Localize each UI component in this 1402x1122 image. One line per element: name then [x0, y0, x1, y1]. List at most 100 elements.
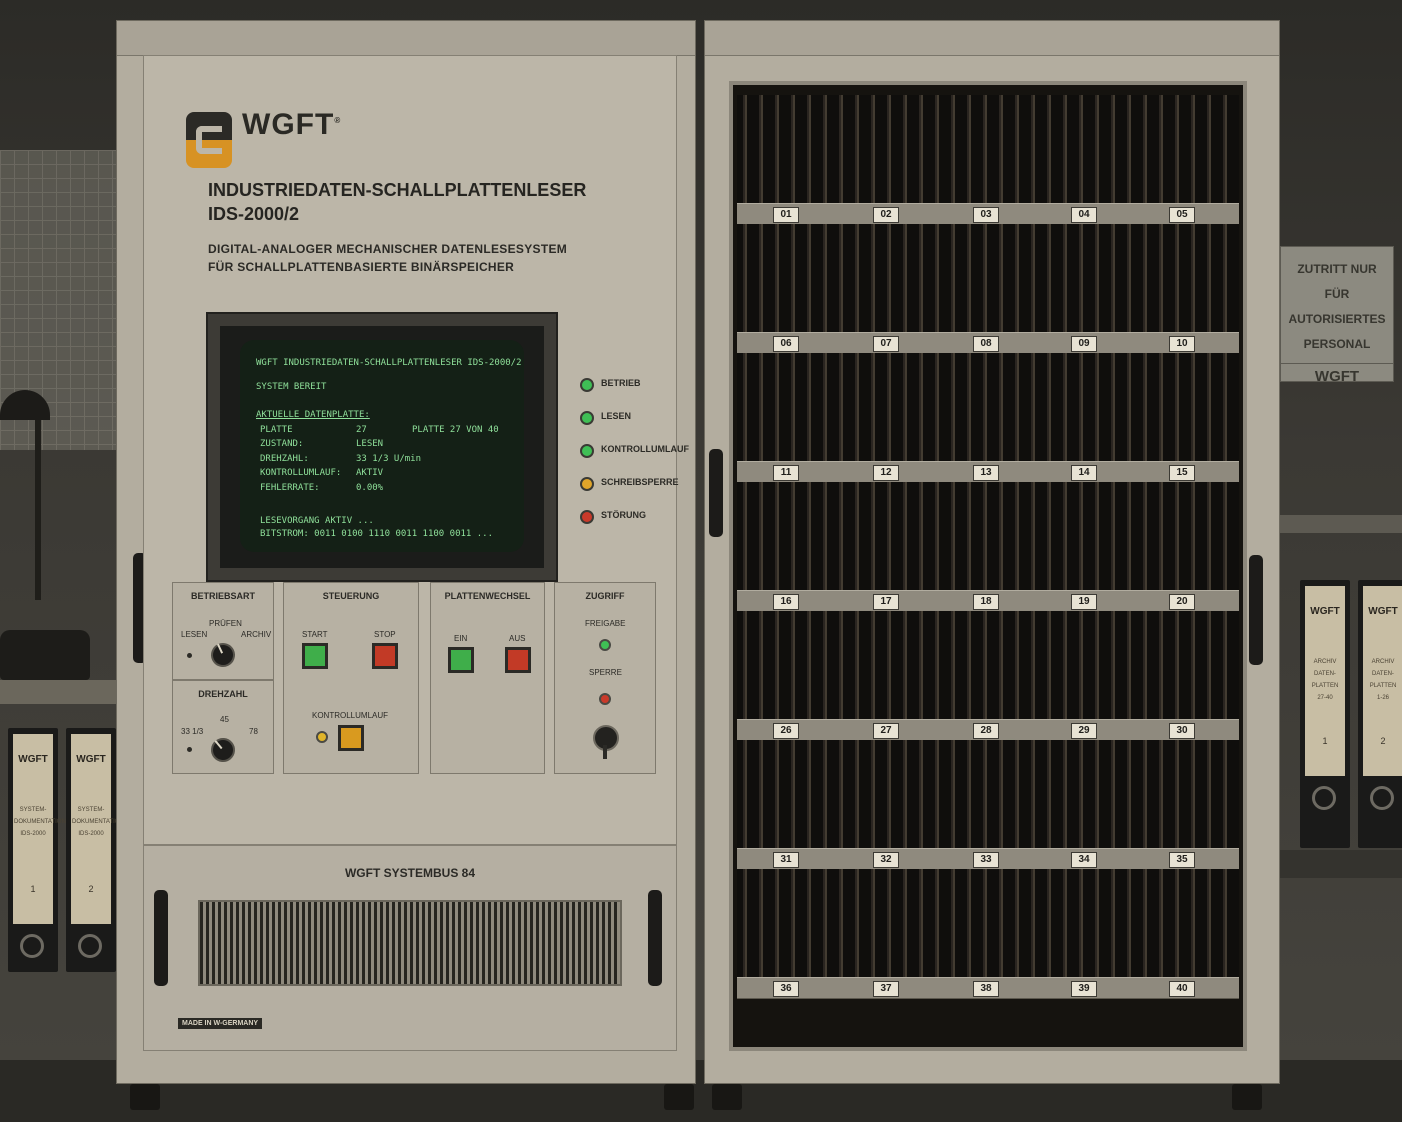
slot-label-09[interactable]: 09	[1071, 336, 1097, 352]
drawer-handle-right[interactable]	[648, 890, 662, 986]
slot-label-31[interactable]: 31	[773, 852, 799, 868]
slot-label-10[interactable]: 10	[1169, 336, 1195, 352]
slot-label-35[interactable]: 35	[1169, 852, 1195, 868]
led-icon	[580, 378, 594, 392]
disc-shelf	[737, 482, 1239, 600]
screen-row-value: AKTIV	[356, 468, 384, 478]
slot-label-33[interactable]: 33	[973, 852, 999, 868]
binder: WGFT ARCHIV DATEN- PLATTEN 27-40 1	[1300, 580, 1350, 848]
led-icon	[580, 510, 594, 524]
panel-betriebsart: BETRIEBSART PRÜFEN LESEN ARCHIV	[172, 582, 274, 680]
kontrollumlauf-button[interactable]	[338, 725, 364, 751]
cabinet-handle-left[interactable]	[709, 449, 723, 537]
vent-grille	[198, 900, 622, 986]
indicator-label: STÖRUNG	[601, 510, 646, 520]
slot-label-03[interactable]: 03	[973, 207, 999, 223]
disc-storage-cabinet: 01 02 03 04 05 06 07 08 09 10 11 12 13 14 15 16 17 18 19 20…	[704, 20, 1280, 1084]
made-in-label: MADE IN W-GERMANY	[178, 1018, 263, 1029]
aus-label: AUS	[509, 634, 526, 643]
panel-title: ZUGRIFF	[585, 591, 625, 601]
ein-label: EIN	[454, 634, 468, 643]
shelf-rail: 26 27 28 29 30	[737, 719, 1239, 741]
slot-label-07[interactable]: 07	[873, 336, 899, 352]
sign-brand: WGFT	[1281, 363, 1393, 385]
binder-text: ARCHIV DATEN- PLATTEN 1-26	[1369, 659, 1397, 701]
binder-ring-icon	[20, 934, 44, 958]
sperre-led-icon	[599, 693, 611, 705]
start-button[interactable]	[302, 643, 328, 669]
kontroll-led-icon	[316, 731, 328, 743]
slot-label-27[interactable]: 27	[873, 723, 899, 739]
shelf-rail: 06 07 08 09 10	[737, 332, 1239, 354]
speed-label-45: 45	[220, 715, 229, 724]
slot-label-08[interactable]: 08	[973, 336, 999, 352]
brand-name: WGFT®	[242, 108, 342, 141]
binder-number: 2	[1380, 736, 1386, 746]
screen-row-extra: PLATTE 27 VON 40	[412, 425, 499, 435]
device-subtitle: DIGITAL-ANALOGER MECHANISCHER DATENLESES…	[208, 242, 568, 256]
slot-label-05[interactable]: 05	[1169, 207, 1195, 223]
indicator-label: KONTROLLUMLAUF	[601, 444, 689, 454]
cabinet-top	[705, 21, 1279, 56]
slot-label-32[interactable]: 32	[873, 852, 899, 868]
slot-label-06[interactable]: 06	[773, 336, 799, 352]
slot-label-34[interactable]: 34	[1071, 852, 1097, 868]
slot-label-18[interactable]: 18	[973, 594, 999, 610]
slot-label-12[interactable]: 12	[873, 465, 899, 481]
binder-spine: WGFT SYSTEM- DOKUMENTATION IDS-2000 1	[13, 734, 66, 924]
binder-logo: WGFT	[18, 754, 48, 765]
binder-number: 2	[88, 884, 94, 894]
disc-shelf	[737, 611, 1239, 729]
slot-label-28[interactable]: 28	[973, 723, 999, 739]
slot-label-16[interactable]: 16	[773, 594, 799, 610]
slot-label-11[interactable]: 11	[773, 465, 799, 481]
slot-label-39[interactable]: 39	[1071, 981, 1097, 997]
binder-spine: WGFT SYSTEM- DOKUMENTATION IDS-2000 2	[71, 734, 124, 924]
slot-label-15[interactable]: 15	[1169, 465, 1195, 481]
disc-shelf	[737, 869, 1239, 987]
slot-label-13[interactable]: 13	[973, 465, 999, 481]
drawer-handle-left[interactable]	[154, 890, 168, 986]
freigabe-led-icon	[599, 639, 611, 651]
slot-label-04[interactable]: 04	[1071, 207, 1097, 223]
key-switch[interactable]	[593, 725, 619, 759]
panel-title: DREHZAHL	[198, 689, 248, 699]
shelf-rail: 36 37 38 39 40	[737, 977, 1239, 999]
access-sign: ZUTRITT NUR FÜR AUTORISIERTES PERSONAL W…	[1280, 246, 1394, 385]
slot-label-36[interactable]: 36	[773, 981, 799, 997]
panel-title: PLATTENWECHSEL	[444, 591, 531, 601]
slot-label-20[interactable]: 20	[1169, 594, 1195, 610]
binder-logo: WGFT	[76, 754, 106, 765]
sign-line: PERSONAL	[1303, 337, 1371, 351]
slot-label-40[interactable]: 40	[1169, 981, 1195, 997]
screen-status: SYSTEM BEREIT	[256, 382, 327, 392]
slot-label-29[interactable]: 29	[1071, 723, 1097, 739]
disc-change-off-button[interactable]	[505, 647, 531, 673]
slot-label-30[interactable]: 30	[1169, 723, 1195, 739]
slot-label-14[interactable]: 14	[1071, 465, 1097, 481]
stop-button[interactable]	[372, 643, 398, 669]
disc-change-on-button[interactable]	[448, 647, 474, 673]
screen-row-value: 33 1/3 U/min	[356, 454, 422, 464]
cabinet-handle-right[interactable]	[1249, 555, 1263, 665]
binder-text: SYSTEM- DOKUMENTATION IDS-2000	[72, 807, 124, 837]
slot-label-19[interactable]: 19	[1071, 594, 1097, 610]
speed-label-78: 78	[249, 727, 258, 736]
control-front-panel: WGFT® INDUSTRIEDATEN-SCHALLPLATTENLESER …	[143, 55, 689, 845]
slot-label-37[interactable]: 37	[873, 981, 899, 997]
shelf-rail: 16 17 18 19 20	[737, 590, 1239, 612]
mode-label-pruefen: PRÜFEN	[209, 619, 242, 628]
shelf-rail: 01 02 03 04 05	[737, 203, 1239, 225]
speed-selector-knob[interactable]	[206, 733, 240, 767]
slot-label-02[interactable]: 02	[873, 207, 899, 223]
low-shelf	[1280, 850, 1402, 878]
mode-selector-knob[interactable]	[207, 639, 239, 671]
binder-number: 1	[30, 884, 36, 894]
screen-row-label: DREHZAHL:	[260, 454, 309, 464]
slot-label-38[interactable]: 38	[973, 981, 999, 997]
slot-label-26[interactable]: 26	[773, 723, 799, 739]
slot-label-01[interactable]: 01	[773, 207, 799, 223]
screen-row-label: KONTROLLUMLAUF:	[260, 468, 342, 478]
slot-label-17[interactable]: 17	[873, 594, 899, 610]
cabinet-top	[117, 21, 695, 56]
